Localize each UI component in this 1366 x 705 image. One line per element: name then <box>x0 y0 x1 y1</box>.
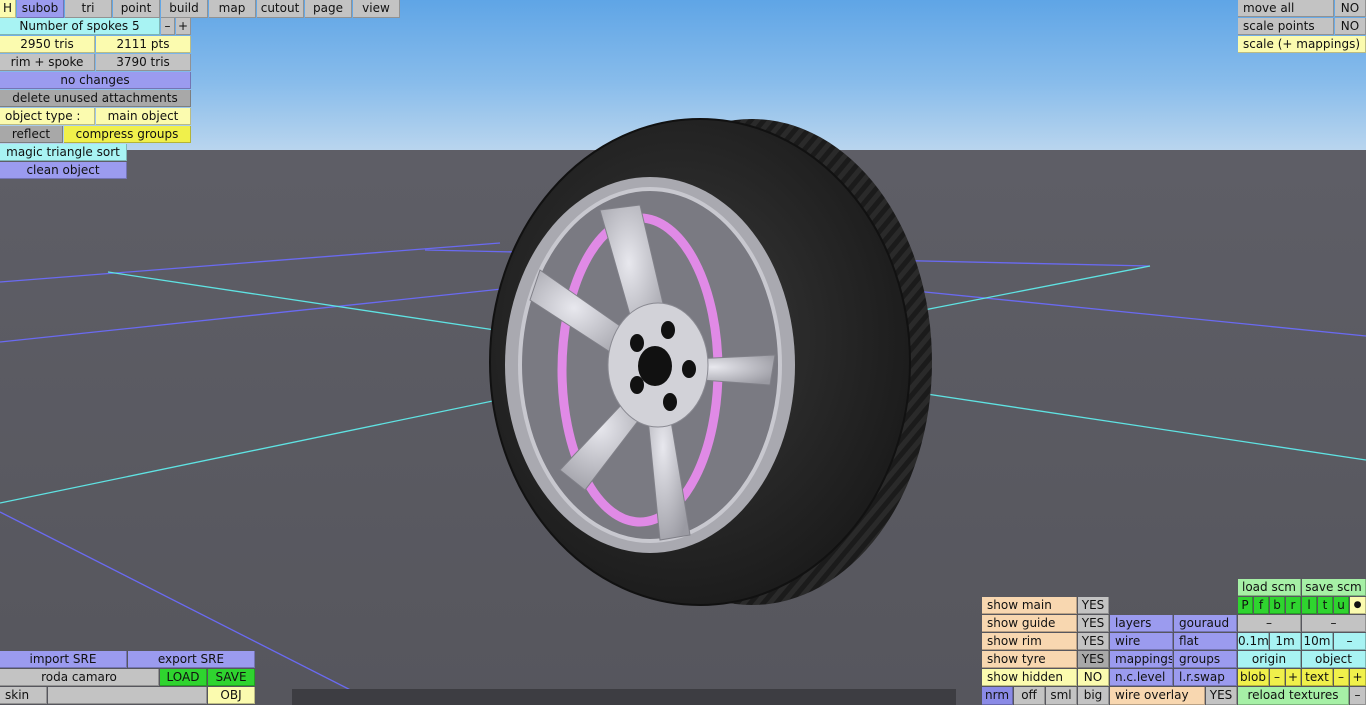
object-type-select[interactable]: main object <box>96 108 191 125</box>
decrement-right-button[interactable]: – <box>1302 615 1366 632</box>
lr-swap-button[interactable]: l.r.swap <box>1174 669 1237 686</box>
compress-groups-button[interactable]: compress groups <box>64 126 191 143</box>
groups-button[interactable]: groups <box>1174 651 1237 668</box>
flag-p-toggle[interactable]: P <box>1238 597 1253 614</box>
step-10m-button[interactable]: 10m <box>1302 633 1333 650</box>
tab-point[interactable]: point <box>113 0 160 18</box>
step-decrease-button[interactable]: – <box>1334 633 1366 650</box>
object-type-label: object type : <box>0 108 95 125</box>
layers-button[interactable]: layers <box>1110 615 1173 632</box>
flag-b-toggle[interactable]: b <box>1270 597 1285 614</box>
export-sre-button[interactable]: export SRE <box>128 651 255 668</box>
show-tyre-label[interactable]: show tyre <box>982 651 1077 668</box>
help-button[interactable]: H <box>0 0 16 18</box>
wheel-model <box>489 118 932 606</box>
tab-map[interactable]: map <box>209 0 256 18</box>
size-sml-button[interactable]: sml <box>1046 687 1077 705</box>
rim-spoke-tris: 3790 tris <box>96 54 191 71</box>
flag-l-toggle[interactable]: l <box>1302 597 1317 614</box>
show-guide-toggle[interactable]: YES <box>1078 615 1109 632</box>
spokes-count-label: Number of spokes 5 <box>0 18 160 35</box>
reflect-button[interactable]: reflect <box>0 126 63 143</box>
save-button[interactable]: SAVE <box>208 669 255 686</box>
save-scm-button[interactable]: save scm <box>1302 579 1366 596</box>
show-guide-label[interactable]: show guide <box>982 615 1077 632</box>
blob-button[interactable]: blob <box>1238 669 1269 686</box>
flag-f-toggle[interactable]: f <box>1254 597 1269 614</box>
size-off-button[interactable]: off <box>1014 687 1045 705</box>
magic-triangle-sort-button[interactable]: magic triangle sort <box>0 144 127 161</box>
no-changes-status: no changes <box>0 72 191 89</box>
reload-textures-button[interactable]: reload textures <box>1238 687 1349 705</box>
spokes-increase-button[interactable]: + <box>176 18 191 35</box>
flag-dot-toggle[interactable]: ● <box>1350 597 1366 614</box>
move-all-label[interactable]: move all <box>1238 0 1334 17</box>
page-scrollbar[interactable] <box>292 689 956 705</box>
tab-cutout[interactable]: cutout <box>257 0 304 18</box>
wire-overlay-label[interactable]: wire overlay <box>1110 687 1205 705</box>
flag-u-toggle[interactable]: u <box>1334 597 1349 614</box>
mappings-button[interactable]: mappings <box>1110 651 1173 668</box>
text-button[interactable]: text <box>1302 669 1333 686</box>
step-0-1m-button[interactable]: 0.1m <box>1238 633 1269 650</box>
flat-button[interactable]: flat <box>1174 633 1237 650</box>
scale-points-label[interactable]: scale points <box>1238 18 1334 35</box>
text-increase-button[interactable]: + <box>1350 669 1366 686</box>
skin-field[interactable] <box>48 687 207 704</box>
file-name-field[interactable]: roda camaro <box>0 669 159 686</box>
wire-button[interactable]: wire <box>1110 633 1173 650</box>
load-scm-button[interactable]: load scm <box>1238 579 1301 596</box>
tab-view[interactable]: view <box>353 0 400 18</box>
reload-textures-decrease-button[interactable]: – <box>1350 687 1366 705</box>
rim-spoke-button[interactable]: rim + spoke <box>0 54 95 71</box>
show-hidden-label[interactable]: show hidden <box>982 669 1077 686</box>
wire-overlay-toggle[interactable]: YES <box>1206 687 1237 705</box>
show-rim-toggle[interactable]: YES <box>1078 633 1109 650</box>
gouraud-button[interactable]: gouraud <box>1174 615 1237 632</box>
load-button[interactable]: LOAD <box>160 669 207 686</box>
object-button[interactable]: object <box>1302 651 1366 668</box>
flag-r-toggle[interactable]: r <box>1286 597 1301 614</box>
spokes-decrease-button[interactable]: – <box>161 18 175 35</box>
viewport-3d[interactable] <box>0 0 1366 705</box>
show-rim-label[interactable]: show rim <box>982 633 1077 650</box>
text-decrease-button[interactable]: – <box>1334 669 1349 686</box>
obj-button[interactable]: OBJ <box>208 687 255 704</box>
skin-label: skin <box>0 687 47 704</box>
step-1m-button[interactable]: 1m <box>1270 633 1301 650</box>
import-sre-button[interactable]: import SRE <box>0 651 127 668</box>
size-big-button[interactable]: big <box>1078 687 1109 705</box>
move-all-toggle[interactable]: NO <box>1335 0 1366 17</box>
scale-points-toggle[interactable]: NO <box>1335 18 1366 35</box>
clean-object-button[interactable]: clean object <box>0 162 127 179</box>
show-main-label[interactable]: show main <box>982 597 1077 614</box>
tab-tri[interactable]: tri <box>65 0 112 18</box>
tab-subob[interactable]: subob <box>17 0 64 18</box>
tab-build[interactable]: build <box>161 0 208 18</box>
delete-unused-attachments-button[interactable]: delete unused attachments <box>0 90 191 107</box>
show-hidden-toggle[interactable]: NO <box>1078 669 1109 686</box>
tab-page[interactable]: page <box>305 0 352 18</box>
size-nrm-button[interactable]: nrm <box>982 687 1013 705</box>
decrement-left-button[interactable]: – <box>1238 615 1301 632</box>
scale-mappings-button[interactable]: scale (+ mappings) <box>1238 36 1366 53</box>
nc-level-button[interactable]: n.c.level <box>1110 669 1173 686</box>
blob-increase-button[interactable]: + <box>1286 669 1301 686</box>
origin-button[interactable]: origin <box>1238 651 1301 668</box>
blob-decrease-button[interactable]: – <box>1270 669 1285 686</box>
show-main-toggle[interactable]: YES <box>1078 597 1109 614</box>
flag-t-toggle[interactable]: t <box>1318 597 1333 614</box>
tris-count: 2950 tris <box>0 36 95 53</box>
show-tyre-toggle[interactable]: YES <box>1078 651 1109 668</box>
pts-count: 2111 pts <box>96 36 191 53</box>
